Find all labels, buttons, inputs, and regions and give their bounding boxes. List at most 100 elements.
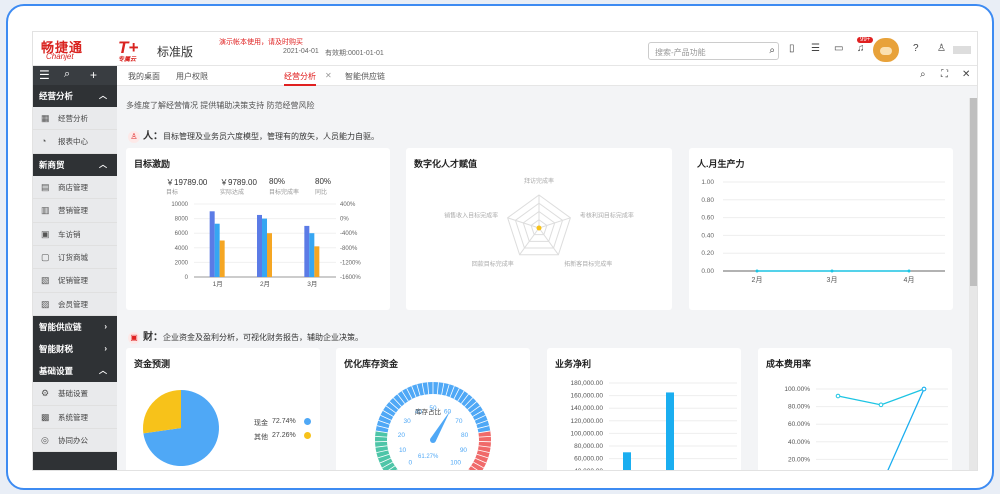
screen-icon[interactable]: ▭ [834, 43, 843, 54]
section-title: 人： [143, 131, 163, 142]
bell-icon[interactable]: ♫ [857, 43, 865, 54]
sidebar-search-icon[interactable]: ⌕ [64, 68, 70, 81]
chevron-right-icon: › [104, 344, 107, 354]
section-desc: 企业资金及盈利分析，可视化财务报告，辅助企业决策。 [163, 333, 363, 342]
y-tick-label: 80.00% [788, 404, 810, 411]
scrollbar[interactable] [969, 98, 977, 470]
x-tick-label: 3月 [827, 276, 838, 284]
tab-analysis[interactable]: 经营分析 [284, 71, 316, 86]
legend-label: 其他 [254, 434, 268, 441]
tab-permissions[interactable]: 用户权限 [176, 71, 208, 82]
nav-item-analysis[interactable]: ▦ 经营分析 [33, 107, 117, 131]
series-point [907, 269, 911, 273]
y-tick-label: 120,000.00 [570, 418, 603, 425]
help-icon[interactable]: ? [913, 43, 919, 54]
nav-item-label: 订货商城 [58, 252, 88, 262]
system-icon: ▩ [41, 411, 50, 422]
nav-item-system[interactable]: ▩ 系统管理 [33, 405, 117, 429]
y-tick-label: 60,000.00 [574, 456, 603, 463]
nav-item-label: 营销管理 [58, 206, 88, 216]
y-tick-label: 0 [185, 275, 189, 281]
x-tick-label: 2月 [752, 276, 763, 284]
y2-tick-label: -1200% [340, 260, 361, 266]
y-tick-label: 140,000.00 [570, 405, 603, 412]
nav-group-trade[interactable]: 新商贸 ︿ [33, 153, 117, 176]
search-icon[interactable]: ⌕ [920, 69, 926, 80]
profit-bar-chart: 180,000.00 160,000.00 140,000.00 120,000.00… [570, 380, 737, 471]
close-tab-icon[interactable]: ✕ [325, 71, 332, 80]
fullscreen-icon[interactable]: ⛶ [941, 69, 948, 80]
productivity-line-chart: 0.00 0.20 0.40 0.60 0.80 1.00 2月 3月 4月 [701, 179, 945, 284]
radar-value-point [536, 225, 542, 231]
card-cost-rate: 成本费用率 0.00% 20.00% 40.00% 60.00% 80.00% 100.0… [758, 348, 952, 470]
search-icon[interactable]: ⌕ [769, 45, 775, 56]
nav-group-label: 智能财税 [39, 344, 74, 355]
nav-item-label: 报表中心 [58, 137, 88, 147]
nav-item-label: 促销管理 [58, 276, 88, 286]
radar-indicator-label: 回款目标完成率 [472, 260, 514, 268]
gauge-hub [430, 437, 436, 443]
gauge-tick-label: 90 [460, 447, 468, 454]
search-input[interactable]: 搜索-产品功能 ⌕ [648, 42, 779, 60]
nav-group-supply[interactable]: 智能供应链 › [33, 316, 117, 339]
nav-item-label: 商店管理 [58, 182, 88, 192]
tab-desktop[interactable]: 我的桌面 [128, 71, 160, 82]
section-people: ♙ 人：目标管理及业务员六度模型，管理有的放矢，人员能力自驱。 [128, 127, 379, 143]
member-icon: ▨ [41, 298, 50, 309]
nav-item-promotion[interactable]: ▧ 促销管理 [33, 269, 117, 293]
mobile-icon[interactable]: ▯ [789, 43, 795, 54]
brand-logo-en: Chanjet [46, 52, 74, 61]
nav-item-basic[interactable]: ⚙ 基础设置 [33, 382, 117, 406]
task-list-icon[interactable]: ☰ [811, 43, 820, 54]
y-tick-label: 40,000.00 [574, 468, 603, 471]
person-icon: ♙ [128, 131, 140, 143]
nav-item-office[interactable]: ◎ 协同办公 [33, 428, 117, 453]
login-date: 2021-04-01 [283, 48, 319, 55]
card-inventory: 优化库存资金 0 10 20 30 40 50 60 70 80 90 100 库存占比 61.27… [336, 348, 530, 470]
app-window: 畅捷通 Chanjet T+ 专属云 标准版 演示帐本使用，请及时购买 2021-… [32, 31, 978, 471]
nav-item-label: 系统管理 [58, 412, 88, 422]
bar [666, 392, 674, 470]
bar [209, 211, 215, 277]
y-tick-label: 8000 [175, 217, 189, 223]
add-icon[interactable]: + [90, 68, 97, 82]
y-tick-label: 1.00 [701, 179, 714, 186]
legend-dot [304, 432, 311, 439]
y-tick-label: 0.80 [701, 197, 714, 204]
bar [267, 233, 272, 277]
tab-supply-chain[interactable]: 智能供应链 [345, 71, 385, 82]
close-icon[interactable]: ✕ [962, 69, 970, 80]
nav-item-label: 经营分析 [58, 114, 88, 123]
nav-item-store[interactable]: ▤ 商店管理 [33, 175, 117, 200]
nav-item-member[interactable]: ▨ 会员管理 [33, 292, 117, 317]
x-tick-label: 1月 [213, 280, 223, 288]
nav-item-label: 基础设置 [58, 389, 88, 399]
scrollbar-thumb[interactable] [970, 98, 977, 286]
nav-item-marketing[interactable]: ▥ 营销管理 [33, 199, 117, 223]
menu-icon[interactable]: ☰ [39, 68, 50, 82]
radar-indicator-label: 拜访完成率 [524, 177, 554, 185]
bar [257, 214, 262, 277]
valid-date: 有效期:0001-01-01 [325, 50, 384, 57]
nav-item-mall[interactable]: ▢ 订货商城 [33, 245, 117, 270]
nav-group-settings[interactable]: 基础设置 ︿ [33, 360, 117, 383]
nav-item-reports[interactable]: ◔ 报表中心 [33, 130, 117, 154]
y-tick-label: 60.00% [788, 421, 810, 428]
card-productivity: 人.月生产力 0.00 0.20 0.40 0.60 0.80 1.00 2月 3月 4月 [689, 148, 953, 310]
top-header: 畅捷通 Chanjet T+ 专属云 标准版 演示帐本使用，请及时购买 2021-… [33, 32, 977, 66]
y-tick-label: 40.00% [788, 439, 810, 446]
legend-pct: 72.74% [272, 418, 296, 425]
demo-notice[interactable]: 演示帐本使用，请及时购买 [219, 37, 303, 47]
main-content: 多维度了解经营情况 提供辅助决策支持 防范经营风险 ♙ 人：目标管理及业务员六度模… [117, 86, 977, 471]
legend-dot [304, 418, 311, 425]
nav-group-label: 新商贸 [39, 159, 65, 170]
nav-group-tax[interactable]: 智能财税 › [33, 338, 117, 361]
series-point [878, 402, 884, 408]
y-tick-label: 100.00% [784, 386, 810, 393]
mascot-avatar[interactable] [873, 38, 899, 62]
bar [214, 223, 220, 277]
nav-group-analysis[interactable]: 经营分析 ︿ [33, 85, 117, 107]
user-icon[interactable]: ♙ [937, 43, 946, 54]
y-tick-label: 0.20 [701, 250, 714, 257]
nav-item-visit[interactable]: ▣ 车访销 [33, 222, 117, 246]
